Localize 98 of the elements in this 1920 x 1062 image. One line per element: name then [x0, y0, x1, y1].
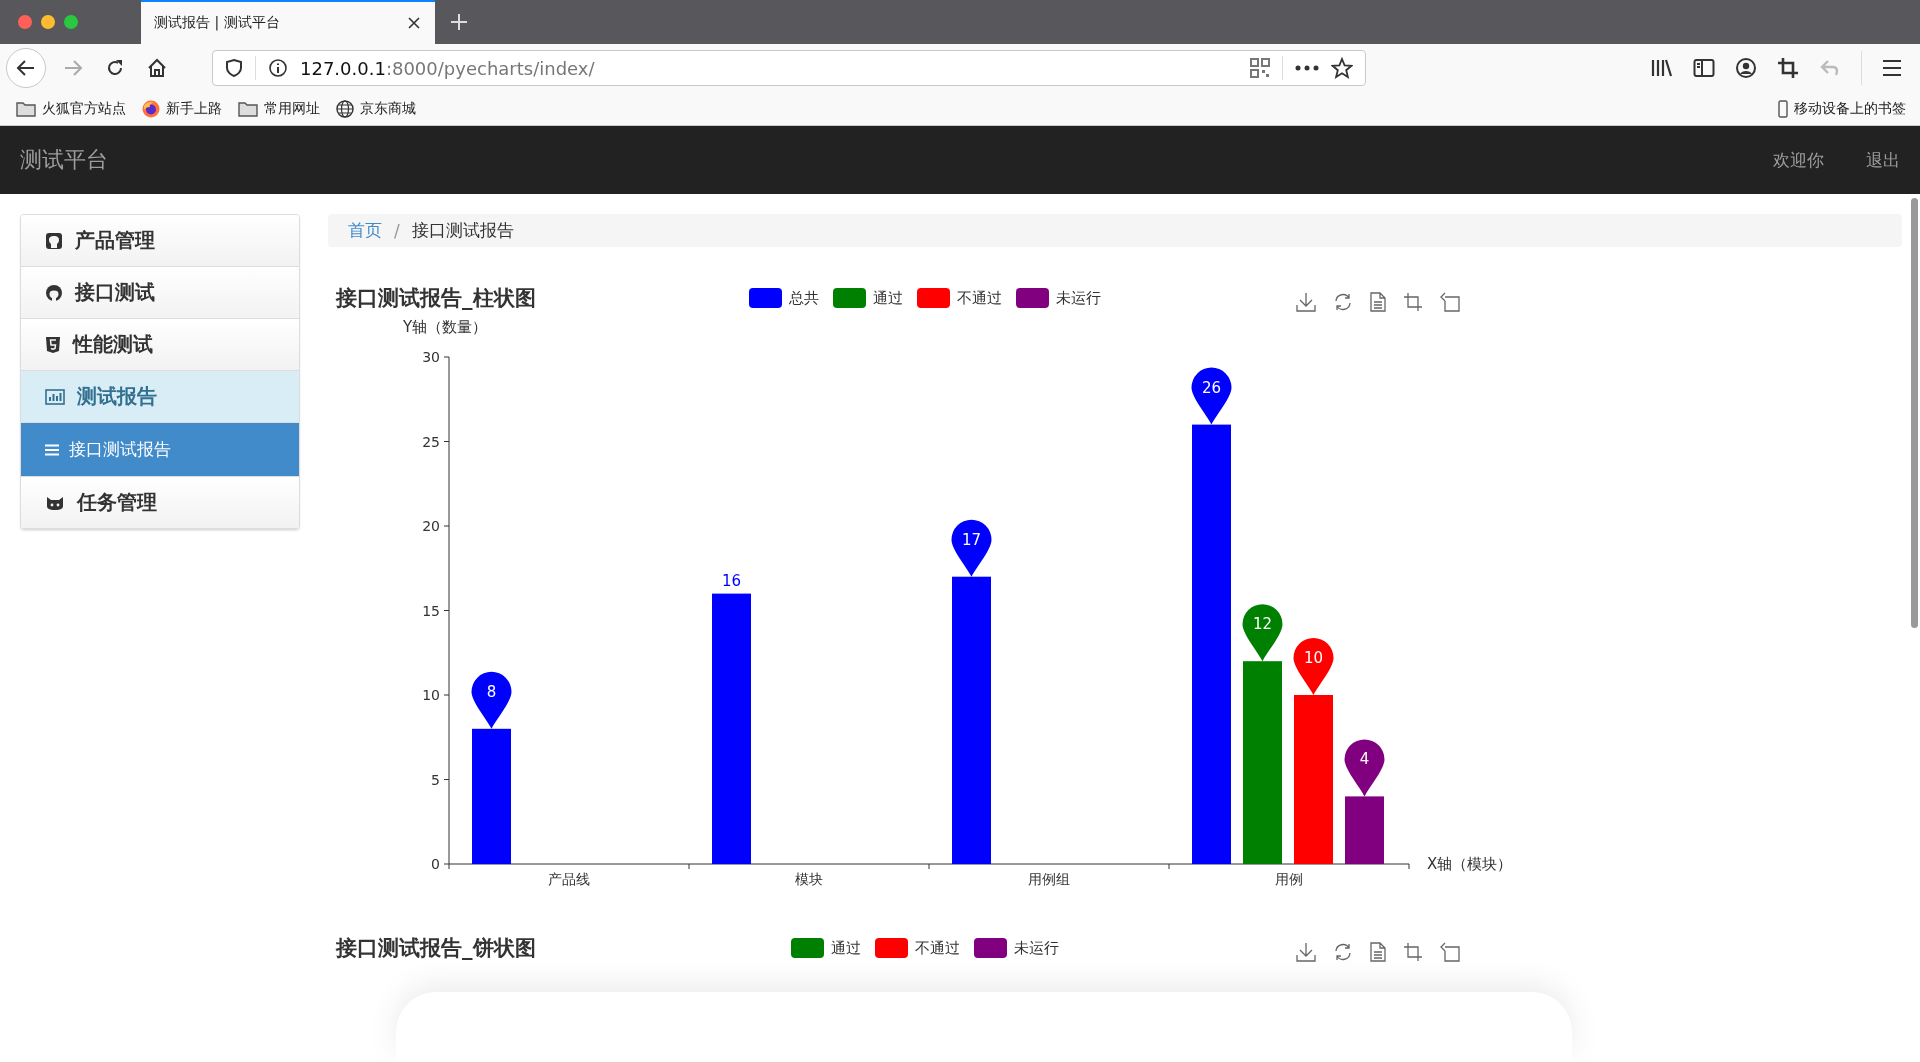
bar-value-label: 16: [721, 571, 742, 590]
pin-label: 10: [1303, 649, 1324, 667]
x-tick-label: 产品线: [548, 871, 590, 887]
breadcrumb-separator: /: [394, 220, 400, 241]
x-axis-title: X轴（模块）: [1427, 855, 1513, 873]
bookmark-item[interactable]: 火狐官方站点: [16, 99, 126, 118]
info-icon[interactable]: [268, 58, 288, 78]
scrollbar[interactable]: [1911, 198, 1918, 628]
y-tick-label: 10: [422, 687, 440, 703]
map-pin-marker: [1293, 638, 1334, 695]
x-tick-label: 模块: [795, 871, 823, 887]
address-bar[interactable]: 127.0.0.1:8000/pyecharts/index/: [212, 50, 1366, 86]
url-text: 127.0.0.1:8000/pyecharts/index/: [300, 57, 595, 79]
legend-label[interactable]: 通过: [873, 288, 903, 308]
legend-swatch[interactable]: [749, 288, 782, 308]
menu-icon[interactable]: [1882, 59, 1902, 77]
y-tick-label: 5: [431, 771, 440, 788]
maximize-window-dot[interactable]: [64, 15, 78, 29]
tab-title: 测试报告 | 测试平台: [154, 14, 281, 32]
y-tick-label: 25: [422, 433, 440, 450]
star-icon[interactable]: [1331, 57, 1353, 79]
y-tick-label: 30: [422, 349, 440, 365]
pin-label: 26: [1201, 378, 1222, 397]
map-pin-marker: [1242, 604, 1283, 662]
crop-icon[interactable]: [1777, 57, 1799, 79]
nav-link[interactable]: 欢迎你: [1773, 148, 1824, 172]
restore-icon[interactable]: [1440, 942, 1460, 962]
x-tick-label: 用例: [1275, 871, 1303, 887]
pin-label: 17: [961, 530, 982, 549]
legend-label[interactable]: 不通过: [957, 288, 1002, 308]
browser-tab[interactable]: 测试报告 | 测试平台: [141, 0, 435, 44]
map-pin-marker: [471, 671, 512, 729]
globe-icon: [336, 99, 354, 118]
x-tick-label: 用例组: [1028, 871, 1070, 887]
brand-link[interactable]: 测试平台: [20, 145, 108, 175]
sidebar-icon[interactable]: [1693, 58, 1715, 78]
chart-title: 接口测试报告_柱状图: [336, 285, 537, 312]
legend-label[interactable]: 通过: [831, 938, 861, 958]
y-tick-label: 20: [422, 518, 440, 534]
document-icon[interactable]: [1370, 942, 1386, 962]
pin-label: 8: [486, 682, 497, 701]
legend-swatch[interactable]: [833, 288, 866, 308]
folder-icon: [238, 100, 258, 117]
mobile-bookmarks[interactable]: 移动设备上的书签: [1778, 99, 1906, 118]
back-button[interactable]: [6, 48, 46, 88]
y-tick-label: 15: [422, 602, 440, 619]
map-pin-marker: [1191, 367, 1232, 425]
more-icon[interactable]: [1295, 65, 1319, 71]
legend-label[interactable]: 未运行: [1056, 288, 1101, 308]
map-pin-marker: [951, 519, 992, 577]
shield-5-icon: [45, 335, 61, 354]
sidebar-item[interactable]: 任务管理: [21, 477, 299, 529]
legend-swatch[interactable]: [791, 938, 824, 958]
sidebar-item[interactable]: 产品管理: [21, 215, 299, 267]
legend-swatch[interactable]: [875, 938, 908, 958]
bar: [1345, 796, 1384, 864]
close-window-dot[interactable]: [18, 15, 32, 29]
y-tick-label: 0: [431, 856, 440, 872]
legend-label[interactable]: 不通过: [915, 938, 960, 958]
legend-label[interactable]: 总共: [789, 288, 819, 308]
download-icon[interactable]: [1296, 292, 1316, 312]
sidebar-item[interactable]: 测试报告: [21, 371, 299, 423]
legend-swatch[interactable]: [917, 288, 950, 308]
list-icon: [45, 443, 59, 456]
pin-label: 12: [1252, 615, 1273, 634]
library-icon[interactable]: [1651, 58, 1673, 78]
sidebar-item[interactable]: 接口测试: [21, 267, 299, 319]
chart-title: 接口测试报告_饼状图: [336, 935, 537, 962]
close-icon[interactable]: [407, 16, 421, 30]
bookmark-item[interactable]: 京东商城: [336, 99, 416, 118]
account-icon[interactable]: [1735, 57, 1757, 79]
minimize-window-dot[interactable]: [41, 15, 55, 29]
sidebar-item[interactable]: 性能测试: [21, 319, 299, 371]
download-icon[interactable]: [1296, 942, 1316, 962]
home-icon[interactable]: [146, 57, 168, 79]
fox-globe-icon: [142, 99, 160, 118]
qr-code-icon[interactable]: [1250, 58, 1270, 78]
pin-label: 4: [1359, 750, 1370, 769]
bar-chart-icon: [45, 388, 65, 405]
refresh-icon[interactable]: [1333, 292, 1353, 312]
legend-label[interactable]: 未运行: [1014, 938, 1059, 958]
sidebar-subitem[interactable]: 接口测试报告: [21, 423, 299, 477]
new-tab-icon[interactable]: [450, 13, 468, 31]
folder-icon: [16, 100, 36, 117]
breadcrumb-current: 接口测试报告: [411, 219, 514, 242]
legend-swatch[interactable]: [1016, 288, 1049, 308]
nav-link[interactable]: 退出: [1866, 148, 1900, 172]
cat-icon: [45, 494, 65, 511]
map-pin-marker: [1344, 739, 1385, 797]
document-icon[interactable]: [1370, 292, 1386, 312]
y-axis-title: Y轴（数量）: [402, 318, 488, 336]
restore-icon[interactable]: [1440, 292, 1460, 312]
bookmark-item[interactable]: 常用网址: [238, 99, 320, 118]
bookmark-item[interactable]: 新手上路: [142, 99, 222, 118]
shield-icon[interactable]: [225, 58, 243, 78]
phone-icon: [1778, 99, 1788, 118]
legend-swatch[interactable]: [974, 938, 1007, 958]
refresh-icon[interactable]: [1333, 942, 1353, 962]
